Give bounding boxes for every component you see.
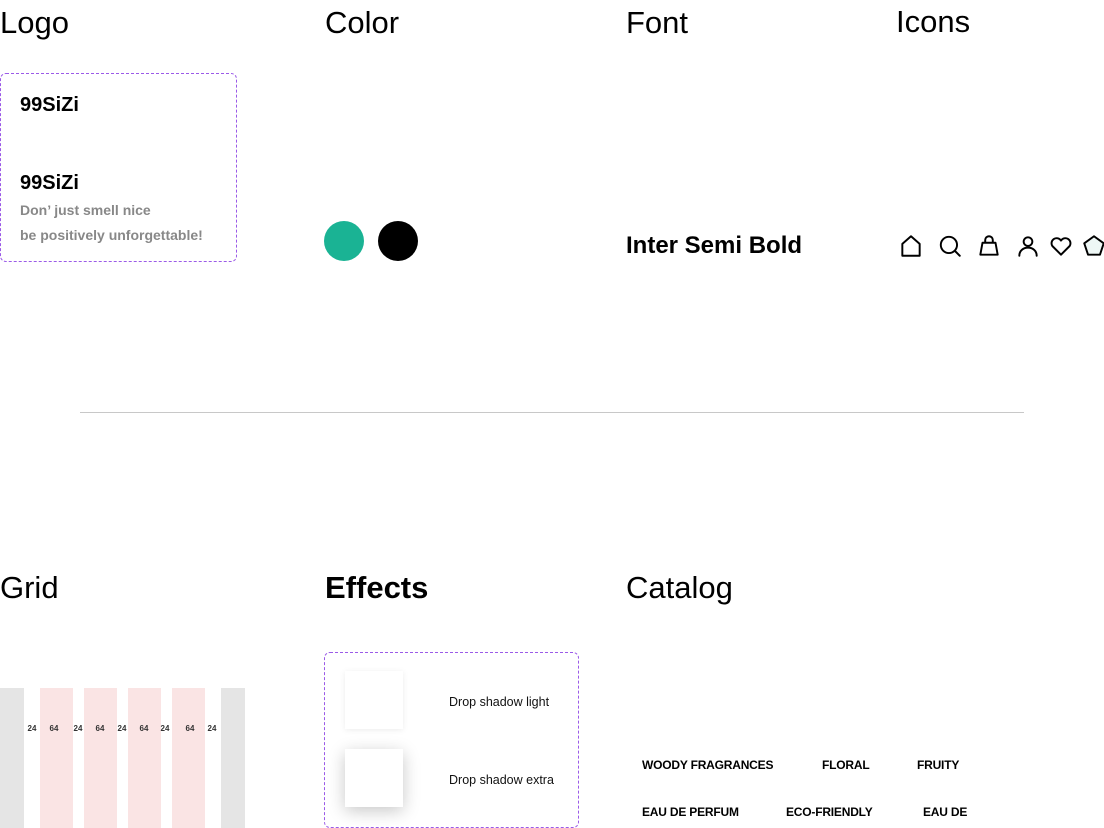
shadow-light-label: Drop shadow light	[449, 695, 550, 709]
grid-gutter-label: 24	[117, 724, 127, 733]
grid-column-label: 64	[95, 724, 105, 733]
grid-gutter-label: 24	[207, 724, 217, 733]
section-divider	[80, 412, 1024, 413]
catalog-item[interactable]: FRUITY	[917, 758, 959, 772]
grid-column	[40, 688, 73, 828]
grid-gutter-label: 24	[27, 724, 37, 733]
section-title-effects: Effects	[325, 570, 429, 605]
section-title-color: Color	[325, 5, 400, 40]
home-icon	[898, 233, 924, 259]
icon-set	[898, 233, 1104, 259]
grid-column-label: 64	[139, 724, 149, 733]
logo-tagline-1: Don’ just smell nice	[20, 202, 151, 218]
section-title-font: Font	[626, 5, 689, 40]
section-title-logo: Logo	[0, 5, 69, 40]
heart-icon	[1048, 233, 1074, 259]
catalog-item[interactable]: EAU DE	[923, 805, 967, 819]
grid-column	[128, 688, 161, 828]
catalog-item[interactable]: WOODY FRAGRANCES	[642, 758, 773, 772]
grid-column	[172, 688, 205, 828]
section-title-catalog: Catalog	[626, 570, 733, 605]
grid-column-label: 64	[185, 724, 195, 733]
catalog-item[interactable]: ECO-FRIENDLY	[786, 805, 873, 819]
grid-column-label: 64	[49, 724, 59, 733]
logo-secondary: 99SiZi	[20, 172, 79, 194]
section-title-grid: Grid	[0, 570, 59, 605]
color-swatch-primary	[324, 221, 364, 261]
star-icon	[1081, 233, 1104, 259]
user-icon	[1015, 233, 1041, 259]
grid-margin-left	[0, 688, 24, 828]
font-sample: Inter Semi Bold	[626, 232, 803, 259]
grid-gutter-label: 24	[73, 724, 83, 733]
color-swatch-secondary	[378, 221, 418, 261]
grid-column	[84, 688, 117, 828]
grid-margin-right	[221, 688, 245, 828]
shadow-light-sample	[345, 671, 403, 729]
search-icon	[937, 233, 963, 259]
catalog-item[interactable]: EAU DE PERFUM	[642, 805, 739, 819]
logo-tagline-2: be positively unforgettable!	[20, 227, 203, 243]
catalog-item[interactable]: FLORAL	[822, 758, 870, 772]
shadow-extra-sample	[345, 749, 403, 807]
shopping-bag-icon	[976, 233, 1002, 259]
logo-primary: 99SiZi	[20, 94, 79, 116]
section-title-icons: Icons	[896, 4, 971, 39]
shadow-extra-label: Drop shadow extra	[449, 773, 554, 787]
grid-gutter-label: 24	[160, 724, 170, 733]
